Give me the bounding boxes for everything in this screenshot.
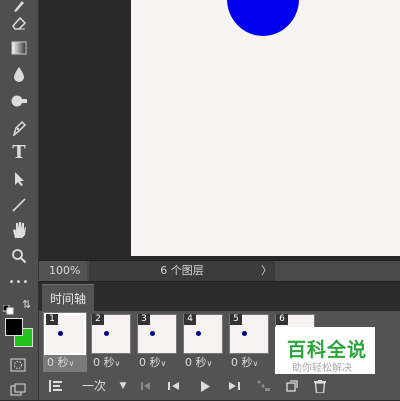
- tween-icon[interactable]: [257, 376, 271, 396]
- frame-5[interactable]: 5 0 秒∨: [227, 312, 271, 372]
- duplicate-frame-icon[interactable]: [285, 376, 299, 396]
- watermark-logo: 百科全说 助你轻松解决: [275, 327, 375, 374]
- dodge-icon[interactable]: [6, 90, 32, 112]
- frame-delay-label: 0 秒: [47, 356, 69, 369]
- frame-delay-label: 0 秒: [139, 356, 161, 369]
- frame-number: 4: [184, 314, 196, 325]
- type-icon[interactable]: T: [6, 142, 32, 164]
- frame-4[interactable]: 4 0 秒∨: [181, 312, 225, 372]
- watermark-subtitle: 助你轻松解决: [292, 363, 352, 374]
- tools-panel: T ••• ⇅: [0, 0, 39, 400]
- convert-timeline-icon[interactable]: [47, 376, 65, 396]
- hand-icon[interactable]: [6, 219, 32, 241]
- path-select-icon[interactable]: [6, 168, 32, 190]
- frame-dot: [150, 331, 155, 336]
- frame-delay-label: 0 秒: [93, 356, 115, 369]
- frame-delay[interactable]: 0 秒∨: [47, 354, 74, 370]
- document-info[interactable]: 6 个图层: [89, 261, 275, 281]
- frame-dot: [58, 331, 63, 336]
- frame-dot: [104, 331, 109, 336]
- frame-3[interactable]: 3 0 秒∨: [135, 312, 179, 372]
- frame-number: 5: [230, 314, 242, 325]
- frame-dot: [242, 331, 247, 336]
- chevron-down-icon: ∨: [252, 359, 259, 368]
- more-icon[interactable]: •••: [6, 272, 32, 294]
- line-icon[interactable]: [6, 194, 32, 216]
- blur-drop-icon[interactable]: [6, 63, 32, 85]
- chevron-down-icon: ∨: [206, 359, 213, 368]
- frame-number: 1: [46, 314, 58, 325]
- status-arrow-icon[interactable]: 〉: [261, 261, 272, 281]
- frame-delay[interactable]: 0 秒∨: [231, 354, 258, 370]
- loop-select[interactable]: 一次: [79, 376, 109, 396]
- frame-delay[interactable]: 0 秒∨: [185, 354, 212, 370]
- frame-delay-label: 0 秒: [231, 356, 253, 369]
- frame-2[interactable]: 2 0 秒∨: [89, 312, 133, 372]
- first-frame-icon[interactable]: [139, 376, 153, 396]
- zoom-icon[interactable]: [6, 245, 32, 267]
- frame-number: 2: [92, 314, 104, 325]
- chevron-down-icon: ∨: [68, 359, 75, 368]
- trash-icon[interactable]: [313, 376, 327, 396]
- screen-mode-icon[interactable]: [10, 382, 26, 401]
- canvas-area: [39, 0, 400, 259]
- chevron-down-icon: ∨: [160, 359, 167, 368]
- quick-mask-icon[interactable]: [10, 357, 26, 376]
- frame-delay[interactable]: 0 秒∨: [139, 354, 166, 370]
- zoom-level[interactable]: 100%: [39, 261, 87, 281]
- next-frame-icon[interactable]: [227, 376, 241, 396]
- timeline-panel-header: 时间轴: [39, 281, 400, 313]
- eraser-icon[interactable]: [6, 12, 32, 34]
- status-bar: 100% 6 个图层 〉: [39, 260, 400, 281]
- tab-timeline[interactable]: 时间轴: [42, 284, 94, 313]
- chevron-down-icon[interactable]: ▼: [117, 376, 129, 396]
- swap-colors-icon[interactable]: ⇅: [22, 298, 31, 311]
- blue-ellipse-shape[interactable]: [227, 0, 299, 36]
- frame-number: 6: [276, 314, 288, 325]
- gradient-icon[interactable]: [6, 37, 32, 59]
- document-canvas[interactable]: [131, 0, 400, 256]
- foreground-color-swatch[interactable]: [5, 318, 23, 336]
- frame-1[interactable]: 1 0 秒∨: [43, 312, 87, 372]
- pen-icon[interactable]: [6, 117, 32, 139]
- previous-frame-icon[interactable]: [167, 376, 181, 396]
- frame-dot: [196, 331, 201, 336]
- play-icon[interactable]: [198, 376, 212, 396]
- default-colors-icon[interactable]: [2, 300, 15, 319]
- frame-delay[interactable]: 0 秒∨: [93, 354, 120, 370]
- frame-number: 3: [138, 314, 150, 325]
- chevron-down-icon: ∨: [114, 359, 121, 368]
- timeline-controls: 一次 ▼: [39, 374, 400, 398]
- frame-delay-label: 0 秒: [185, 356, 207, 369]
- watermark-title: 百科全说: [287, 339, 368, 361]
